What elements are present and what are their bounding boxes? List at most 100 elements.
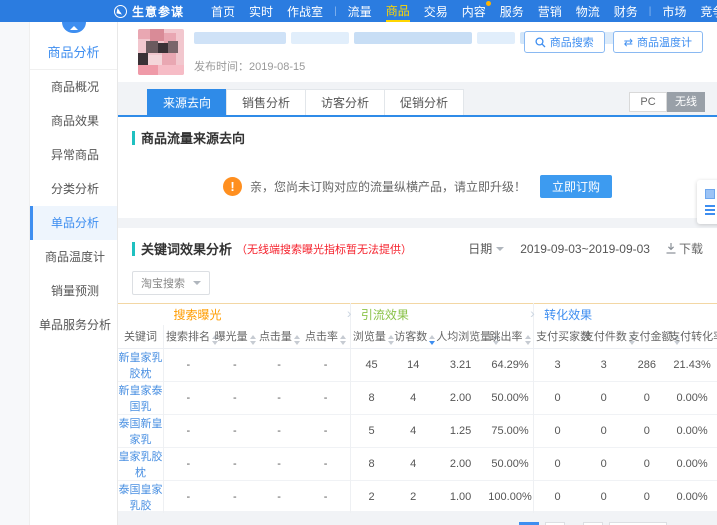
sidebar-item-7[interactable]: 单品服务分析 — [30, 308, 117, 342]
download-label: 下载 — [678, 242, 703, 256]
sort-icon[interactable] — [293, 334, 300, 345]
column-label: 搜索排名 — [166, 330, 211, 343]
column-header-10[interactable]: 支付金额 — [626, 324, 681, 349]
column-header-9[interactable]: 支付件数 — [580, 324, 635, 349]
sort-up-arrow — [429, 334, 436, 339]
cell-value: 50.00% — [486, 447, 534, 481]
tab-1[interactable]: 销售分析 — [226, 89, 307, 115]
toggle-wireless[interactable]: 无线 — [667, 92, 705, 112]
sidebar-item-3[interactable]: 分类分析 — [30, 172, 117, 206]
column-header-4[interactable]: 浏览量 — [349, 324, 394, 349]
cell-value: 3 — [580, 348, 627, 382]
pixelated-product-image — [138, 29, 184, 75]
column-header-7[interactable]: 跳出率 — [486, 324, 534, 349]
sidebar-item-5[interactable]: 商品温度计 — [30, 240, 117, 274]
cell-value: 50.00% — [486, 381, 534, 415]
column-header-2[interactable]: 点击量 — [256, 324, 302, 349]
sort-icon[interactable] — [249, 334, 256, 345]
table-row-0: 新皇家乳胶枕 - - - -45 14 3.21 64.29% 3 3 286 21.43% — [118, 348, 717, 382]
sort-icon[interactable] — [340, 334, 347, 345]
cell-value: - — [301, 348, 351, 382]
cell-value: 0 — [533, 414, 581, 448]
keyword-section-note: （无线端搜索曝光指标暂无法提供） — [236, 243, 413, 256]
column-header-row: 关键词 搜索排名 曝光量 点击量 点击率 浏览量 访客数 人均浏览量 跳出率 支付买家数 支付件数支… — [118, 324, 717, 349]
sort-down-arrow — [524, 340, 531, 345]
cell-value: 0 — [533, 447, 581, 481]
content-card: 商品流量来源去向 ! 亲，您尚未订购对应的流量纵横产品，请立即升级！ 立即订购 … — [118, 117, 717, 525]
column-header-8[interactable]: 支付买家数 — [533, 324, 591, 349]
cell-value: 0.00% — [667, 414, 717, 448]
column-header-3[interactable]: 点击率 — [301, 324, 351, 349]
tab-3[interactable]: 促销分析 — [384, 89, 465, 115]
keyword-section-title: 关键词效果分析 — [141, 242, 233, 257]
nav-item-2[interactable]: 作战室 — [287, 0, 323, 22]
download-button[interactable]: 下载 — [666, 240, 703, 257]
nav-item-1[interactable]: 实时 — [249, 0, 273, 22]
column-label: 曝光量 — [214, 330, 248, 343]
flow-section-title: 商品流量来源去向 — [141, 131, 246, 146]
cell-value: 0 — [533, 381, 581, 415]
keyword-link[interactable]: 新皇家乳胶枕 — [119, 352, 163, 380]
nav-item-7[interactable]: 内容 — [462, 0, 491, 22]
chevron-up-icon — [69, 25, 78, 30]
nav-item-10[interactable]: 物流 — [576, 0, 600, 22]
keyword-link[interactable]: 泰国皇家乳胶 — [119, 484, 163, 512]
cell-value: 0.00% — [667, 381, 717, 415]
sidebar-item-4[interactable]: 单品分析 — [30, 206, 117, 240]
nav-item-11[interactable]: 财务 — [614, 0, 638, 22]
sort-down-arrow — [249, 340, 256, 345]
keyword-link[interactable]: 泰国新皇家乳 — [119, 418, 163, 446]
column-header-5[interactable]: 访客数 — [392, 324, 436, 349]
product-thermometer-label: 商品温度计 — [637, 37, 692, 49]
column-header-1[interactable]: 曝光量 — [212, 324, 257, 349]
sidebar-item-2[interactable]: 异常商品 — [30, 138, 117, 172]
column-header-0[interactable]: 搜索排名 — [163, 324, 219, 349]
column-header-keyword: 关键词 — [118, 324, 164, 349]
notification-badge — [485, 1, 491, 6]
column-header-11[interactable]: 支付转化率 — [667, 324, 717, 349]
cell-value: - — [163, 414, 213, 448]
sidebar-item-0[interactable]: 商品概况 — [30, 70, 117, 104]
nav-item-5[interactable]: 商品 — [385, 0, 410, 22]
nav-item-8[interactable]: 服务 — [500, 0, 524, 22]
nav-item-13[interactable]: 市场 — [662, 0, 686, 22]
notice-text: 亲，您尚未订购对应的流量纵横产品，请立即升级！ — [249, 179, 526, 194]
sort-icon[interactable] — [387, 334, 394, 345]
toggle-pc[interactable]: PC — [629, 92, 667, 112]
nav-item-14[interactable]: 竞争 — [700, 0, 717, 22]
tab-0[interactable]: 来源去向 — [147, 89, 228, 115]
cell-value: - — [163, 480, 213, 513]
cell-value: 2 — [392, 480, 435, 513]
tab-2[interactable]: 访客分析 — [305, 89, 386, 115]
nav-item-4[interactable]: 流量 — [348, 0, 372, 22]
product-search-button[interactable]: 商品搜索 — [523, 31, 605, 53]
quick-tools-widget[interactable] — [697, 180, 717, 224]
tool-list-icon — [705, 205, 715, 207]
column-label: 点击率 — [305, 330, 339, 343]
sort-icon[interactable] — [524, 334, 531, 345]
cell-value: - — [256, 381, 302, 415]
keyword-link[interactable]: 皇家乳胶枕 — [119, 451, 163, 479]
column-header-6[interactable]: 人均浏览量 — [434, 324, 500, 349]
product-thermometer-button[interactable]: ⇄ 商品温度计 — [612, 31, 703, 53]
cell-value: 1.00 — [434, 480, 487, 513]
order-now-button[interactable]: 立即订购 — [540, 174, 613, 198]
cell-value: 0.00% — [667, 480, 717, 513]
sycm-app: 生意参谋 首页实时作战室|流量商品交易内容服务营销物流财务|市场竞争|业务专区|… — [0, 0, 717, 525]
sidebar-item-6[interactable]: 销量预测 — [30, 274, 117, 308]
nav-item-9[interactable]: 营销 — [538, 0, 562, 22]
brand-title[interactable]: 生意参谋 — [132, 3, 184, 20]
sidebar-collapse-button[interactable] — [61, 22, 86, 33]
keyword-cell: 泰国新皇家乳 — [118, 414, 164, 448]
sidebar-item-1[interactable]: 商品效果 — [30, 104, 117, 138]
keyword-link[interactable]: 新皇家泰国乳 — [119, 385, 163, 413]
nav-item-0[interactable]: 首页 — [211, 0, 235, 22]
product-thumbnail — [138, 29, 184, 75]
sort-icon[interactable] — [429, 334, 436, 345]
date-dropdown[interactable]: 日期 — [468, 240, 505, 257]
device-toggle: PC 无线 — [629, 92, 705, 112]
channel-select[interactable]: 淘宝搜索 — [132, 271, 210, 295]
cell-value: - — [212, 447, 257, 481]
nav-item-6[interactable]: 交易 — [424, 0, 448, 22]
cell-value: 3.21 — [434, 348, 487, 382]
